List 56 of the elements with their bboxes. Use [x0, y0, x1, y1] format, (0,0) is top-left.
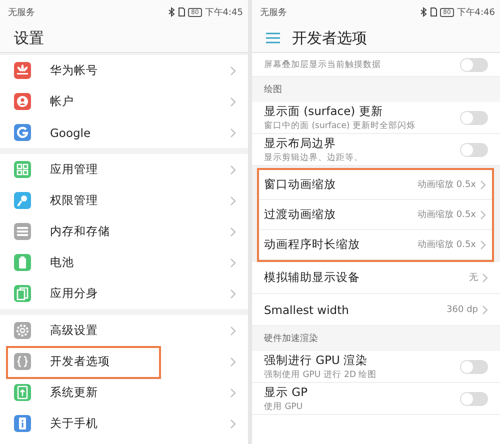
setting-label: 显示面 (surface) 更新 [264, 104, 384, 118]
chevron-icon [230, 356, 236, 366]
settings-item[interactable]: 内存和存储 [0, 216, 248, 247]
carrier-text: 无服务 [8, 6, 35, 18]
chevron-icon [230, 226, 236, 236]
setting-description: 强制使用 GPU 进行 2D 绘图 [264, 368, 378, 380]
setting-description: 窗口中的面 (surface) 更新时全部闪烁 [264, 120, 416, 132]
clock-text: 下午4:45 [204, 6, 243, 18]
sim-icon [430, 7, 438, 17]
chevron-icon [230, 66, 236, 76]
toggle-switch[interactable] [460, 110, 488, 124]
chevron-icon [480, 240, 486, 250]
settings-item[interactable]: 电池 [0, 247, 248, 278]
settings-item[interactable]: 权限管理 [0, 185, 248, 216]
chevron-icon [230, 288, 236, 298]
menu-icon[interactable] [266, 32, 280, 44]
toggle-switch[interactable] [460, 392, 488, 406]
chevron-icon [230, 388, 236, 398]
setting-label: 强制进行 GPU 渲染 [264, 352, 369, 368]
setting-description: 屏幕叠加层显示当前触摸数据 [264, 58, 381, 70]
chevron-icon [480, 180, 486, 190]
settings-item[interactable]: 开发者选项 [0, 346, 248, 377]
page-title: 开发者选项 [292, 28, 367, 48]
sim-icon [178, 7, 186, 17]
chevron-icon [230, 128, 236, 138]
bluetooth-icon [168, 7, 176, 17]
settings-item[interactable]: 华为帐号 [0, 55, 248, 86]
setting-row[interactable]: Smallest width 360 dp [252, 294, 500, 326]
chevron-icon [480, 210, 486, 220]
setting-description: 使用 GPU [264, 400, 304, 412]
bluetooth-icon [420, 7, 428, 17]
toggle-switch[interactable] [460, 142, 488, 156]
setting-row[interactable]: 模拟辅助显示设备 无 [252, 262, 500, 294]
toggle-switch[interactable] [460, 58, 488, 72]
settings-item[interactable]: Google [0, 117, 248, 148]
setting-label: 显示布局边界 [264, 136, 337, 150]
chevron-icon [230, 164, 236, 174]
settings-item[interactable]: 应用管理 [0, 154, 248, 185]
settings-item[interactable]: 关于手机 [0, 408, 248, 439]
settings-item[interactable]: 应用分身 [0, 278, 248, 309]
chevron-icon [230, 196, 236, 206]
settings-item[interactable]: 系统更新 [0, 377, 248, 408]
chevron-icon [230, 326, 236, 336]
carrier-text: 无服务 [260, 6, 287, 18]
setting-description: 显示剪辑边界、边距等。 [264, 152, 364, 164]
setting-label: 显示 GP [264, 384, 309, 400]
chevron-icon [230, 258, 236, 268]
clock-text: 下午4:46 [456, 6, 495, 18]
toggle-switch[interactable] [460, 360, 488, 374]
chevron-icon [482, 304, 488, 314]
page-title: 设置 [14, 28, 44, 48]
chevron-icon [230, 418, 236, 428]
chevron-icon [482, 272, 488, 282]
chevron-icon [230, 96, 236, 106]
settings-item[interactable]: 帐户 [0, 86, 248, 117]
settings-item[interactable]: 高级设置 [0, 315, 248, 346]
